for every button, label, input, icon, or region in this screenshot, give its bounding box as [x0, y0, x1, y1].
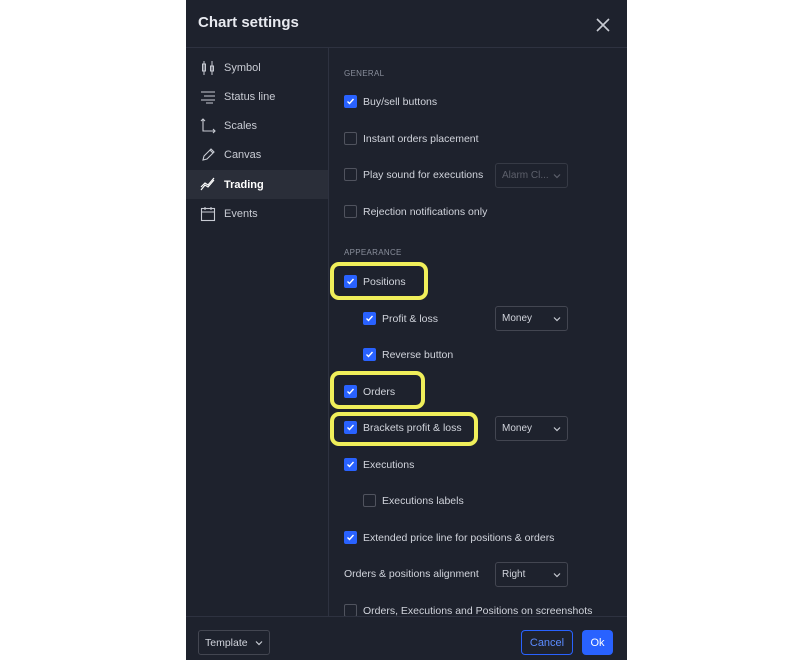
chevron-down-icon	[553, 427, 561, 432]
screenshots-option[interactable]: Orders, Executions and Positions on scre…	[344, 604, 592, 616]
buy-sell-buttons-label: Buy/sell buttons	[363, 95, 438, 108]
dialog-title: Chart settings	[198, 14, 299, 31]
executions-labels-label: Executions labels	[382, 494, 464, 507]
orders-label: Orders	[363, 385, 396, 398]
brackets-profit-loss-label: Brackets profit & loss	[363, 421, 462, 434]
section-heading-general: GENERAL	[344, 69, 385, 78]
extended-price-line-label: Extended price line for positions & orde…	[363, 531, 555, 544]
profit-loss-select[interactable]: Money	[495, 306, 568, 331]
status-line-icon	[200, 89, 216, 105]
rejection-notifications-option[interactable]: Rejection notifications only	[344, 205, 487, 218]
sidebar-item-label: Events	[224, 207, 258, 220]
profit-loss-select-value: Money	[502, 313, 533, 324]
reverse-button-label: Reverse button	[382, 348, 454, 361]
rejection-notifications-label: Rejection notifications only	[363, 205, 488, 218]
trading-settings-panel: GENERAL Buy/sell buttons Instant orders …	[330, 48, 627, 616]
profit-loss-option[interactable]: Profit & loss	[363, 312, 438, 325]
chevron-down-icon	[553, 174, 561, 179]
pencil-icon	[200, 147, 216, 163]
sidebar-item-status-line[interactable]: Status line	[186, 82, 328, 111]
reverse-button-option[interactable]: Reverse button	[363, 348, 453, 361]
scales-icon	[200, 117, 216, 134]
instant-orders-label: Instant orders placement	[363, 132, 479, 145]
positions-label: Positions	[363, 275, 406, 288]
checkbox-checked-icon[interactable]	[363, 312, 376, 325]
buy-sell-buttons-option[interactable]: Buy/sell buttons	[344, 95, 437, 108]
ok-button[interactable]: Ok	[582, 630, 613, 655]
sidebar-item-trading[interactable]: Trading	[186, 170, 328, 199]
sound-select-value: Alarm Cl...	[502, 170, 549, 181]
executions-label: Executions	[363, 458, 415, 471]
trading-icon	[200, 177, 216, 193]
checkbox-checked-icon[interactable]	[344, 275, 357, 288]
positions-option[interactable]: Positions	[344, 275, 406, 288]
checkbox-checked-icon[interactable]	[344, 531, 357, 544]
close-icon[interactable]	[592, 14, 614, 36]
checkbox-checked-icon[interactable]	[344, 385, 357, 398]
alignment-label: Orders & positions alignment	[344, 568, 479, 580]
play-sound-label: Play sound for executions	[363, 168, 484, 181]
sidebar-item-label: Symbol	[224, 61, 261, 74]
template-label: Template	[205, 636, 248, 649]
alignment-select[interactable]: Right	[495, 562, 568, 587]
checkbox-checked-icon[interactable]	[344, 95, 357, 108]
executions-option[interactable]: Executions	[344, 458, 414, 471]
cancel-button[interactable]: Cancel	[521, 630, 573, 655]
brackets-select[interactable]: Money	[495, 416, 568, 441]
play-sound-option[interactable]: Play sound for executions	[344, 168, 483, 181]
sidebar-item-scales[interactable]: Scales	[186, 111, 328, 140]
candles-icon	[200, 60, 216, 76]
screenshots-label: Orders, Executions and Positions on scre…	[363, 604, 593, 617]
dialog-footer: Template Cancel Ok	[186, 616, 627, 660]
orders-option[interactable]: Orders	[344, 385, 395, 398]
sidebar-item-label: Trading	[224, 178, 264, 191]
sidebar-item-label: Scales	[224, 119, 258, 132]
checkbox-checked-icon[interactable]	[344, 458, 357, 471]
alignment-select-value: Right	[502, 569, 526, 580]
sidebar: Symbol Status line Scales Canvas Trading	[186, 48, 329, 616]
chart-settings-dialog: Chart settings Symbol Status line Scales	[186, 0, 627, 660]
chevron-down-icon	[553, 317, 561, 322]
checkbox-unchecked-icon[interactable]	[344, 604, 357, 616]
dialog-header: Chart settings	[186, 0, 627, 48]
instant-orders-option[interactable]: Instant orders placement	[344, 132, 479, 145]
sound-select[interactable]: Alarm Cl...	[495, 163, 568, 188]
checkbox-unchecked-icon[interactable]	[344, 132, 357, 145]
template-button[interactable]: Template	[198, 630, 270, 655]
sidebar-item-symbol[interactable]: Symbol	[186, 53, 328, 82]
brackets-profit-loss-option[interactable]: Brackets profit & loss	[344, 421, 462, 434]
sidebar-item-label: Canvas	[224, 148, 262, 161]
chevron-down-icon	[255, 641, 263, 646]
checkbox-unchecked-icon[interactable]	[344, 205, 357, 218]
calendar-icon	[200, 206, 216, 222]
sidebar-item-label: Status line	[224, 90, 276, 103]
chevron-down-icon	[553, 573, 561, 578]
sidebar-item-canvas[interactable]: Canvas	[186, 140, 328, 169]
brackets-select-value: Money	[502, 423, 533, 434]
checkbox-unchecked-icon[interactable]	[363, 494, 376, 507]
sidebar-item-events[interactable]: Events	[186, 199, 328, 228]
checkbox-checked-icon[interactable]	[344, 421, 357, 434]
extended-price-line-option[interactable]: Extended price line for positions & orde…	[344, 531, 554, 544]
section-heading-appearance: APPEARANCE	[344, 248, 402, 257]
profit-loss-label: Profit & loss	[382, 312, 439, 325]
executions-labels-option[interactable]: Executions labels	[363, 494, 464, 507]
checkbox-checked-icon[interactable]	[363, 348, 376, 361]
checkbox-unchecked-icon[interactable]	[344, 168, 357, 181]
